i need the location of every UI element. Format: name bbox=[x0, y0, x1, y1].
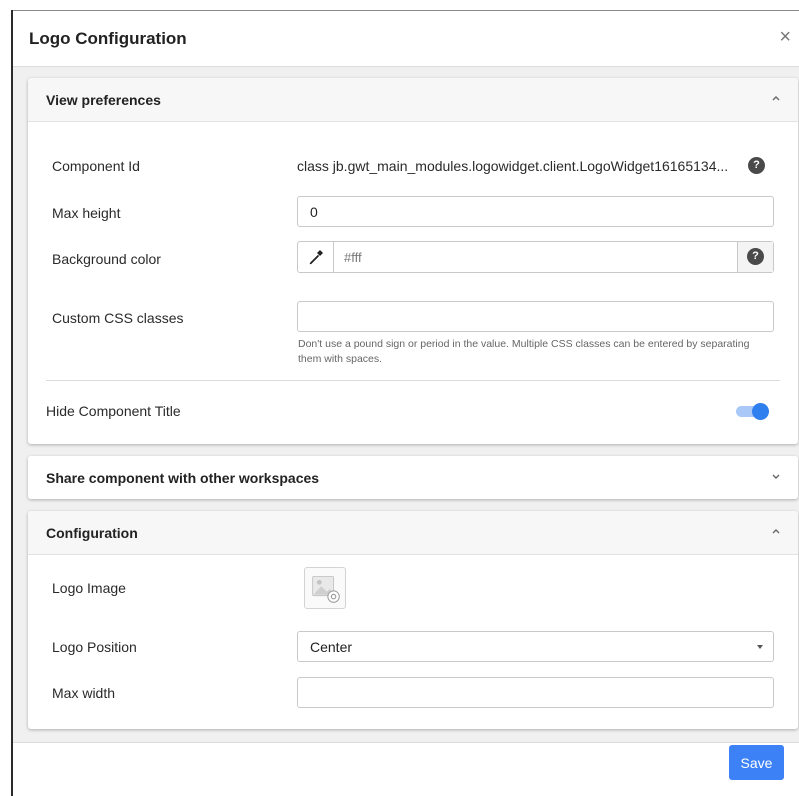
background-color-input[interactable]: #fff bbox=[344, 250, 362, 265]
share-component-header[interactable]: Share component with other workspaces bbox=[28, 456, 798, 499]
hide-component-title-toggle[interactable] bbox=[736, 403, 770, 420]
view-preferences-header[interactable]: View preferences bbox=[28, 78, 798, 122]
chevron-up-icon bbox=[772, 96, 780, 101]
component-id-value: class jb.gwt_main_modules.logowidget.cli… bbox=[297, 158, 729, 174]
close-icon[interactable]: × bbox=[779, 27, 791, 47]
dialog-title: Logo Configuration bbox=[29, 29, 187, 48]
dialog-body: View preferences Component Id class jb.g… bbox=[13, 66, 799, 743]
custom-css-input[interactable] bbox=[297, 301, 774, 332]
eyedropper-icon bbox=[309, 250, 323, 265]
logo-position-select[interactable]: Center bbox=[297, 631, 774, 662]
logo-configuration-dialog: Logo Configuration × View preferences Co… bbox=[13, 11, 799, 796]
dialog-header: Logo Configuration × bbox=[13, 11, 799, 67]
logo-image-upload[interactable] bbox=[304, 567, 346, 609]
chevron-down-icon bbox=[772, 474, 780, 479]
max-height-input[interactable]: 0 bbox=[297, 196, 774, 227]
max-width-label: Max width bbox=[52, 685, 116, 701]
view-preferences-panel: View preferences Component Id class jb.g… bbox=[28, 78, 798, 444]
background-color-field: #fff ? bbox=[297, 241, 774, 273]
logo-image-label: Logo Image bbox=[52, 580, 126, 596]
toggle-knob bbox=[752, 403, 769, 420]
color-picker-button[interactable] bbox=[298, 242, 334, 272]
component-id-help-icon[interactable]: ? bbox=[748, 157, 765, 174]
configuration-title: Configuration bbox=[46, 525, 138, 541]
view-preferences-title: View preferences bbox=[46, 92, 161, 108]
custom-css-label: Custom CSS classes bbox=[52, 310, 184, 326]
logo-position-label: Logo Position bbox=[52, 639, 137, 655]
section-divider bbox=[46, 380, 780, 381]
background-color-label: Background color bbox=[52, 251, 161, 267]
configuration-panel: Configuration Logo Image Logo Position C… bbox=[28, 511, 798, 729]
save-button[interactable]: Save bbox=[729, 745, 784, 780]
share-component-title: Share component with other workspaces bbox=[46, 470, 320, 486]
chevron-up-icon bbox=[772, 529, 780, 534]
custom-css-hint: Don't use a pound sign or period in the … bbox=[298, 338, 750, 365]
background-color-help-button[interactable]: ? bbox=[737, 242, 773, 272]
configuration-header[interactable]: Configuration bbox=[28, 511, 798, 555]
component-id-label: Component Id bbox=[52, 158, 140, 174]
image-placeholder-icon bbox=[312, 576, 340, 603]
caret-down-icon bbox=[757, 645, 763, 649]
logo-position-value: Center bbox=[310, 639, 353, 655]
help-icon: ? bbox=[747, 248, 764, 265]
max-height-label: Max height bbox=[52, 205, 121, 221]
hide-component-title-label: Hide Component Title bbox=[46, 403, 181, 419]
max-width-input[interactable] bbox=[297, 677, 774, 708]
share-component-panel: Share component with other workspaces bbox=[28, 456, 798, 499]
